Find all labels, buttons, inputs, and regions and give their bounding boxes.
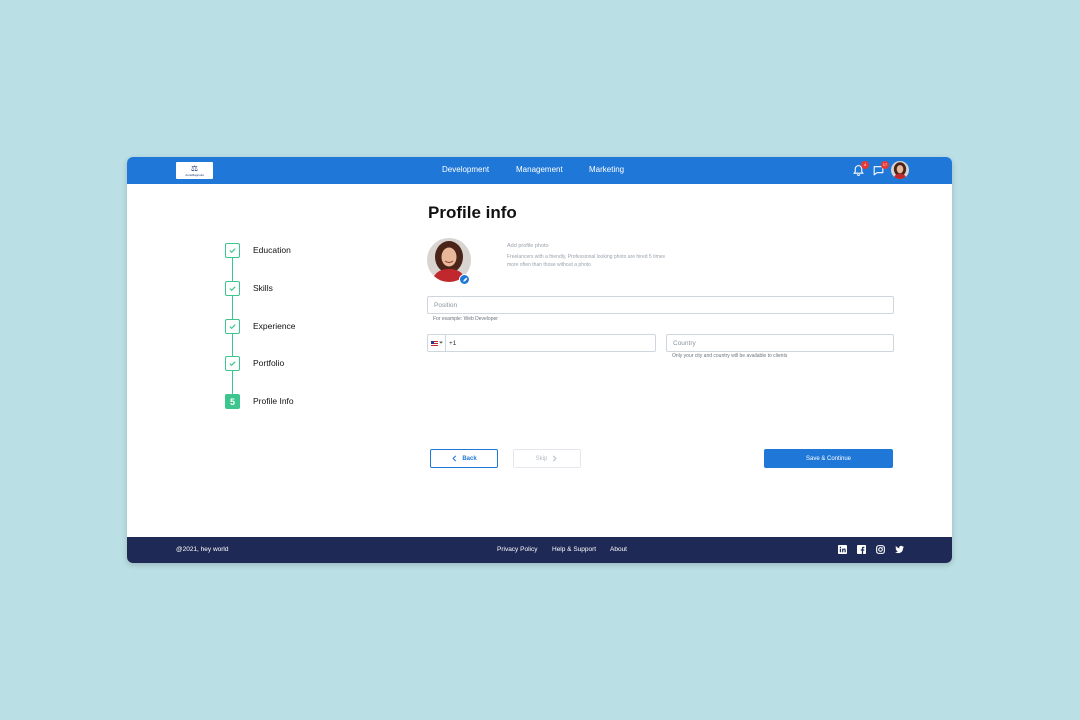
page-title: Profile info: [428, 203, 517, 222]
add-photo-label: Add profile photo: [507, 243, 549, 249]
check-icon: [225, 356, 240, 371]
chevron-left-icon: [452, 455, 457, 462]
notifications-button[interactable]: 4: [852, 161, 869, 177]
chevron-right-icon: [553, 455, 557, 462]
copyright: @2021, hey world: [176, 546, 229, 553]
step-education[interactable]: Education: [225, 243, 345, 258]
country-placeholder: Country: [673, 339, 696, 347]
position-input[interactable]: Position: [427, 296, 894, 314]
instagram-icon[interactable]: [876, 545, 885, 554]
linkedin-icon[interactable]: [838, 545, 847, 554]
brand-logo[interactable]: ⚖ AuraMagnolia: [176, 162, 213, 179]
footer: @2021, hey world Privacy Policy Help & S…: [127, 537, 952, 563]
twitter-icon[interactable]: [895, 545, 904, 554]
step-label: Skills: [253, 283, 273, 293]
step-label: Portfolio: [253, 358, 285, 368]
country-code-select[interactable]: [428, 335, 446, 351]
avatar-photo: [891, 161, 909, 179]
step-portfolio[interactable]: Portfolio: [225, 356, 345, 371]
back-label: Back: [462, 455, 477, 462]
position-placeholder: Position: [434, 301, 458, 309]
step-label: Experience: [253, 321, 296, 331]
privacy-policy-link[interactable]: Privacy Policy: [497, 546, 537, 553]
nav-development[interactable]: Development: [442, 165, 489, 174]
nav-management[interactable]: Management: [516, 165, 563, 174]
step-label: Education: [253, 245, 291, 255]
phone-value: +1: [449, 339, 457, 347]
app-window: ⚖ AuraMagnolia Development Management Ma…: [127, 157, 952, 563]
user-avatar[interactable]: [891, 161, 909, 179]
check-icon: [225, 243, 240, 258]
country-helper: Only your city and country will be avail…: [672, 353, 788, 359]
pencil-icon: [462, 277, 467, 282]
chevron-down-icon: [438, 341, 443, 344]
save-label: Save & Continue: [805, 455, 852, 462]
help-support-link[interactable]: Help & Support: [552, 546, 596, 553]
back-button[interactable]: Back: [430, 449, 498, 468]
messages-button[interactable]: 17: [872, 161, 889, 177]
edit-photo-button[interactable]: [459, 274, 470, 285]
save-continue-button[interactable]: Save & Continue: [764, 449, 893, 468]
about-link[interactable]: About: [610, 546, 627, 553]
check-icon: [225, 319, 240, 334]
step-label: Profile Info: [253, 396, 294, 406]
country-input[interactable]: Country: [666, 334, 894, 352]
top-navbar: ⚖ AuraMagnolia Development Management Ma…: [127, 157, 952, 184]
photo-hint: Freelancers with a friendly, Professiona…: [507, 254, 666, 268]
phone-input[interactable]: +1: [427, 334, 656, 352]
step-number: 5: [225, 394, 240, 409]
step-profile-info[interactable]: 5 Profile Info: [225, 394, 345, 409]
skip-label: Skip: [535, 455, 548, 462]
skip-button[interactable]: Skip: [513, 449, 581, 468]
us-flag-icon: [430, 340, 438, 346]
facebook-icon[interactable]: [857, 545, 866, 554]
position-helper: For example: Web Developer: [433, 316, 498, 322]
step-skills[interactable]: Skills: [225, 281, 345, 296]
notifications-badge: 4: [861, 161, 869, 169]
logo-text: AuraMagnolia: [185, 172, 204, 177]
nav-marketing[interactable]: Marketing: [589, 165, 624, 174]
logo-mark: ⚖: [190, 163, 199, 173]
messages-badge: 17: [881, 161, 889, 169]
check-icon: [225, 281, 240, 296]
step-experience[interactable]: Experience: [225, 319, 345, 334]
